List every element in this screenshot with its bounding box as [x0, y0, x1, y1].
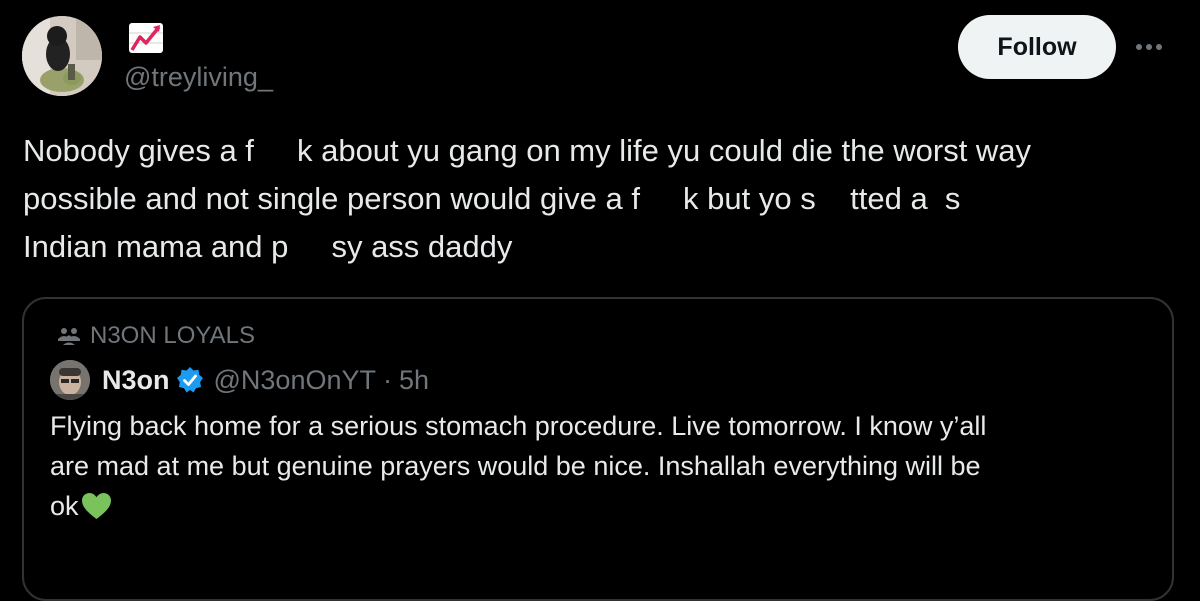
green-heart-icon	[81, 493, 111, 519]
quoted-text-end: ok	[50, 491, 79, 521]
quoted-avatar[interactable]	[50, 360, 90, 400]
quoted-avatar-photo	[50, 360, 90, 400]
quoted-timestamp[interactable]: 5h	[399, 365, 429, 396]
quoted-text-line-last: ok	[50, 486, 1150, 526]
quoted-author-row: N3on @N3onOnYT · 5h	[50, 360, 429, 400]
tweet-text-line: Indian mama and p sy ass daddy	[23, 229, 513, 264]
chart-increasing-icon	[128, 22, 164, 54]
tweet-text-line: possible and not single person would giv…	[23, 181, 961, 216]
quoted-author-handle[interactable]: @N3onOnYT	[214, 365, 376, 396]
verified-badge-icon	[176, 367, 203, 393]
quoted-tweet[interactable]: N3ON LOYALS N3on @N3onOnYT · 5h Flying b…	[22, 297, 1174, 601]
more-horizontal-icon	[1136, 44, 1162, 50]
meta-separator: ·	[382, 364, 392, 395]
community-label[interactable]: N3ON LOYALS	[58, 319, 255, 353]
tweet-text-line: Nobody gives a f k about yu gang on my l…	[23, 133, 1032, 168]
quoted-author-name[interactable]: N3on	[102, 365, 170, 396]
avatar-photo	[22, 16, 102, 96]
author-handle[interactable]: @treyliving_	[124, 61, 273, 93]
tweet-text: Nobody gives a f k about yu gang on my l…	[23, 127, 1183, 271]
community-icon	[58, 328, 80, 345]
community-name: N3ON LOYALS	[90, 322, 255, 349]
more-options-button[interactable]	[1128, 34, 1170, 60]
tweet: @treyliving_ Follow Nobody gives a f k a…	[0, 0, 1200, 601]
avatar[interactable]	[22, 16, 102, 96]
quoted-text-line: are mad at me but genuine prayers would …	[50, 451, 981, 481]
quoted-tweet-text: Flying back home for a serious stomach p…	[50, 406, 1150, 526]
follow-button[interactable]: Follow	[958, 15, 1116, 79]
quoted-text-line: Flying back home for a serious stomach p…	[50, 411, 987, 441]
